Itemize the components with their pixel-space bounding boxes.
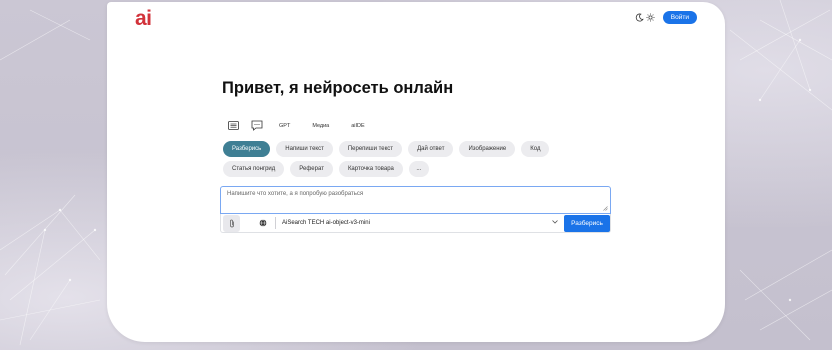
prompt-input-wrap	[220, 186, 611, 214]
sun-icon	[646, 13, 655, 22]
chip-product-card[interactable]: Карточка товара	[338, 161, 403, 177]
chip-rewrite-text[interactable]: Перепиши текст	[338, 141, 403, 157]
model-select[interactable]: AiSearch TECH ai-object-v3-mini	[276, 214, 564, 232]
chip-answer[interactable]: Дай ответ	[408, 141, 454, 157]
mode-tabs: GPT Медиа aiIDE	[227, 119, 371, 132]
chip-write-text[interactable]: Напиши текст	[276, 141, 333, 157]
main-card: ai Войти Привет, я нейросеть онлайн GPT …	[107, 2, 725, 342]
paperclip-icon	[229, 219, 234, 227]
model-select-value: AiSearch TECH ai-object-v3-mini	[282, 220, 370, 226]
list-icon[interactable]	[227, 119, 240, 132]
prompt-chips-row-2: Статья понгрид Реферат Карточка товара .…	[223, 161, 429, 177]
prompt-input[interactable]	[221, 187, 610, 213]
moon-icon	[635, 13, 644, 22]
chip-essay[interactable]: Реферат	[290, 161, 333, 177]
page-title: Привет, я нейросеть онлайн	[222, 79, 454, 97]
globe-icon[interactable]	[258, 218, 268, 228]
prompt-chips-row-1: Разберись Напиши текст Перепиши текст Да…	[223, 141, 550, 157]
chip-code[interactable]: Код	[521, 141, 550, 157]
theme-toggle[interactable]	[635, 13, 655, 22]
resize-grip-icon[interactable]	[603, 206, 608, 211]
chip-image[interactable]: Изображение	[459, 141, 516, 157]
login-button[interactable]: Войти	[662, 11, 697, 24]
chip-razberis[interactable]: Разберись	[223, 141, 271, 157]
tab-media[interactable]: Медиа	[306, 123, 335, 129]
logo[interactable]: ai	[135, 8, 152, 29]
attach-button[interactable]	[223, 214, 240, 232]
header-actions: Войти	[635, 11, 697, 24]
submit-button[interactable]: Разберись	[564, 214, 610, 232]
chevron-down-icon	[552, 220, 558, 226]
tab-aiide[interactable]: aiIDE	[345, 123, 370, 129]
chip-more[interactable]: ...	[408, 161, 429, 177]
composer-toolbar: AiSearch TECH ai-object-v3-mini Разберис…	[220, 214, 611, 233]
chip-article[interactable]: Статья понгрид	[223, 161, 285, 177]
tab-gpt[interactable]: GPT	[273, 123, 296, 129]
chat-icon[interactable]	[250, 119, 263, 132]
